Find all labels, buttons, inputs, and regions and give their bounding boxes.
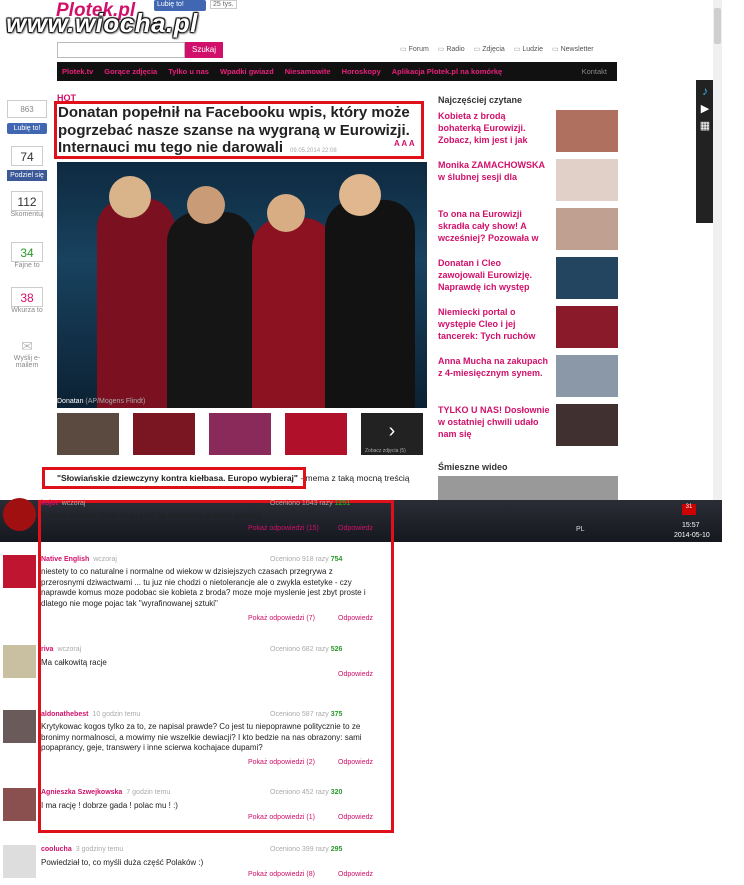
like-button[interactable]: Lubię to! xyxy=(7,123,47,134)
top-link-zdjecia[interactable]: Zdjęcia xyxy=(474,45,505,53)
page-scrollbar[interactable] xyxy=(713,0,722,500)
nav-item[interactable]: Niesamowite xyxy=(285,67,331,76)
thumbnail[interactable] xyxy=(133,413,195,455)
play-icon: ▶ xyxy=(700,103,710,115)
reply-link[interactable]: Odpowiedz xyxy=(338,525,373,532)
top-link-radio[interactable]: Radio xyxy=(438,45,464,53)
top-links: Forum Radio Zdjęcia Ludzie Newsletter xyxy=(400,45,594,53)
comment-item: coolucha 3 godziny temu Oceniono 399 razy… xyxy=(0,845,380,885)
top-link-newsletter[interactable]: Newsletter xyxy=(552,45,594,53)
article-quote: "Słowiańskie dziewczyny kontra kiełbasa.… xyxy=(57,473,410,483)
grid-icon: ▦ xyxy=(699,120,711,132)
sidebar-item[interactable]: To ona na Eurowizji skradła cały show! A… xyxy=(438,208,618,252)
show-replies-link[interactable]: Pokaż odpowiedzi (2) xyxy=(248,759,315,766)
fb-share-counter: 74 xyxy=(7,146,47,166)
funny-video-title: Śmieszne wideo xyxy=(438,462,508,472)
like-counter: 863 xyxy=(7,100,47,118)
reply-link[interactable]: Odpowiedz xyxy=(338,671,373,678)
reply-link[interactable]: Odpowiedz xyxy=(338,871,373,878)
avatar[interactable] xyxy=(3,555,36,588)
show-replies-link[interactable]: Pokaż odpowiedzi (15) xyxy=(248,525,319,532)
comment-item: kojot wczoraj Oceniono 1043 razy 1251 Napi… xyxy=(0,498,380,542)
nav-item[interactable]: Plotek.tv xyxy=(62,67,93,76)
nav-contact[interactable]: Kontakt xyxy=(582,67,607,76)
sidebar-item[interactable]: Anna Mucha na zakupach z 4-miesięcznym s… xyxy=(438,355,618,399)
show-replies-link[interactable]: Pokaż odpowiedzi (8) xyxy=(248,871,315,878)
nav-item[interactable]: Gorące zdjęcia xyxy=(104,67,157,76)
main-nav: Plotek.tv Gorące zdjęcia Tylko u nas Wpa… xyxy=(57,62,617,81)
photo-thumbnails: › Zobacz zdjęcia (5) xyxy=(57,413,423,455)
sidebar-item[interactable]: Niemiecki portal o występie Cleo i jej t… xyxy=(438,306,618,350)
mail-icon: ✉ xyxy=(21,338,33,354)
sidebar-item[interactable]: Monika ZAMACHOWSKA w ślubnej sesji dla xyxy=(438,159,618,203)
comment-item: riva wczoraj Oceniono 682 razy 526 Ma całk… xyxy=(0,645,380,690)
email-share[interactable]: ✉ Wyślij e-mailem xyxy=(7,338,47,369)
nav-item[interactable]: Aplikacja Plotek.pl na komórkę xyxy=(392,67,502,76)
avatar[interactable] xyxy=(3,845,36,878)
article-title: Donatan popełnił na Facebooku wpis, któr… xyxy=(58,104,410,156)
nav-item[interactable]: Horoskopy xyxy=(342,67,381,76)
sidebar-item[interactable]: Donatan i Cleo zawojowali Eurowizję. Nap… xyxy=(438,257,618,301)
search-button[interactable]: Szukaj xyxy=(185,42,223,58)
reply-link[interactable]: Odpowiedz xyxy=(338,759,373,766)
thumbnail[interactable] xyxy=(209,413,271,455)
avatar[interactable] xyxy=(3,498,36,531)
nav-item[interactable]: Wpadki gwiazd xyxy=(220,67,274,76)
avatar[interactable] xyxy=(3,788,36,821)
thumbnail[interactable] xyxy=(57,413,119,455)
top-link-ludzie[interactable]: Ludzie xyxy=(514,45,543,53)
article-date: 09.05.2014 22:08 xyxy=(290,148,337,154)
wkurza-counter[interactable]: 38 Wkurza to xyxy=(7,287,47,314)
article-photo[interactable] xyxy=(57,162,427,408)
more-photos-button[interactable]: › Zobacz zdjęcia (5) xyxy=(361,413,423,455)
fb-like-count: 25 tys. xyxy=(210,0,237,9)
tubo-widget[interactable]: ♪ ▶ ▦ xyxy=(696,80,714,223)
fajne-counter[interactable]: 34 Fajne to xyxy=(7,242,47,269)
comment-item: aldonathebest 10 godzin temu Oceniono 587… xyxy=(0,710,380,770)
photo-caption: Donatan (AP/Mogens Flindt) xyxy=(57,398,146,405)
avatar[interactable] xyxy=(3,645,36,678)
notification-badge[interactable]: 31 xyxy=(682,504,696,515)
language-indicator[interactable]: PL xyxy=(576,526,585,533)
show-replies-link[interactable]: Pokaż odpowiedzi (1) xyxy=(248,814,315,821)
reply-link[interactable]: Odpowiedz xyxy=(338,615,373,622)
watermark: www.wiocha.pl xyxy=(6,8,198,38)
nav-item[interactable]: Tylko u nas xyxy=(168,67,209,76)
top-link-forum[interactable]: Forum xyxy=(400,45,429,53)
clock-date[interactable]: 2014-05-10 xyxy=(674,532,710,539)
comment-item: Agnieszka Szwejkowska 7 godzin temu Oceni… xyxy=(0,788,380,828)
reply-link[interactable]: Odpowiedz xyxy=(338,814,373,821)
comment-item: Native English wczoraj Oceniono 918 razy 7… xyxy=(0,555,380,630)
sidebar-item[interactable]: Kobieta z brodą bohaterką Eurowizji. Zob… xyxy=(438,110,618,154)
search-input[interactable] xyxy=(57,42,185,58)
sidebar-title: Najczęściej czytane xyxy=(438,95,523,105)
font-size-controls[interactable]: A A A xyxy=(394,139,415,148)
show-replies-link[interactable]: Pokaż odpowiedzi (7) xyxy=(248,615,315,622)
clock-time[interactable]: 15:57 xyxy=(682,522,700,529)
music-icon: ♪ xyxy=(702,84,708,98)
share-button[interactable]: Podziel się xyxy=(7,170,47,181)
thumbnail[interactable] xyxy=(285,413,347,455)
sidebar-item[interactable]: TYLKO U NAS! Dosłownie w ostatniej chwil… xyxy=(438,404,618,448)
comment-counter[interactable]: 112 Skomentuj xyxy=(7,191,47,218)
fb-like-button[interactable]: Lubię to! xyxy=(154,0,206,11)
avatar[interactable] xyxy=(3,710,36,743)
funny-video-thumbnail[interactable] xyxy=(438,476,618,500)
